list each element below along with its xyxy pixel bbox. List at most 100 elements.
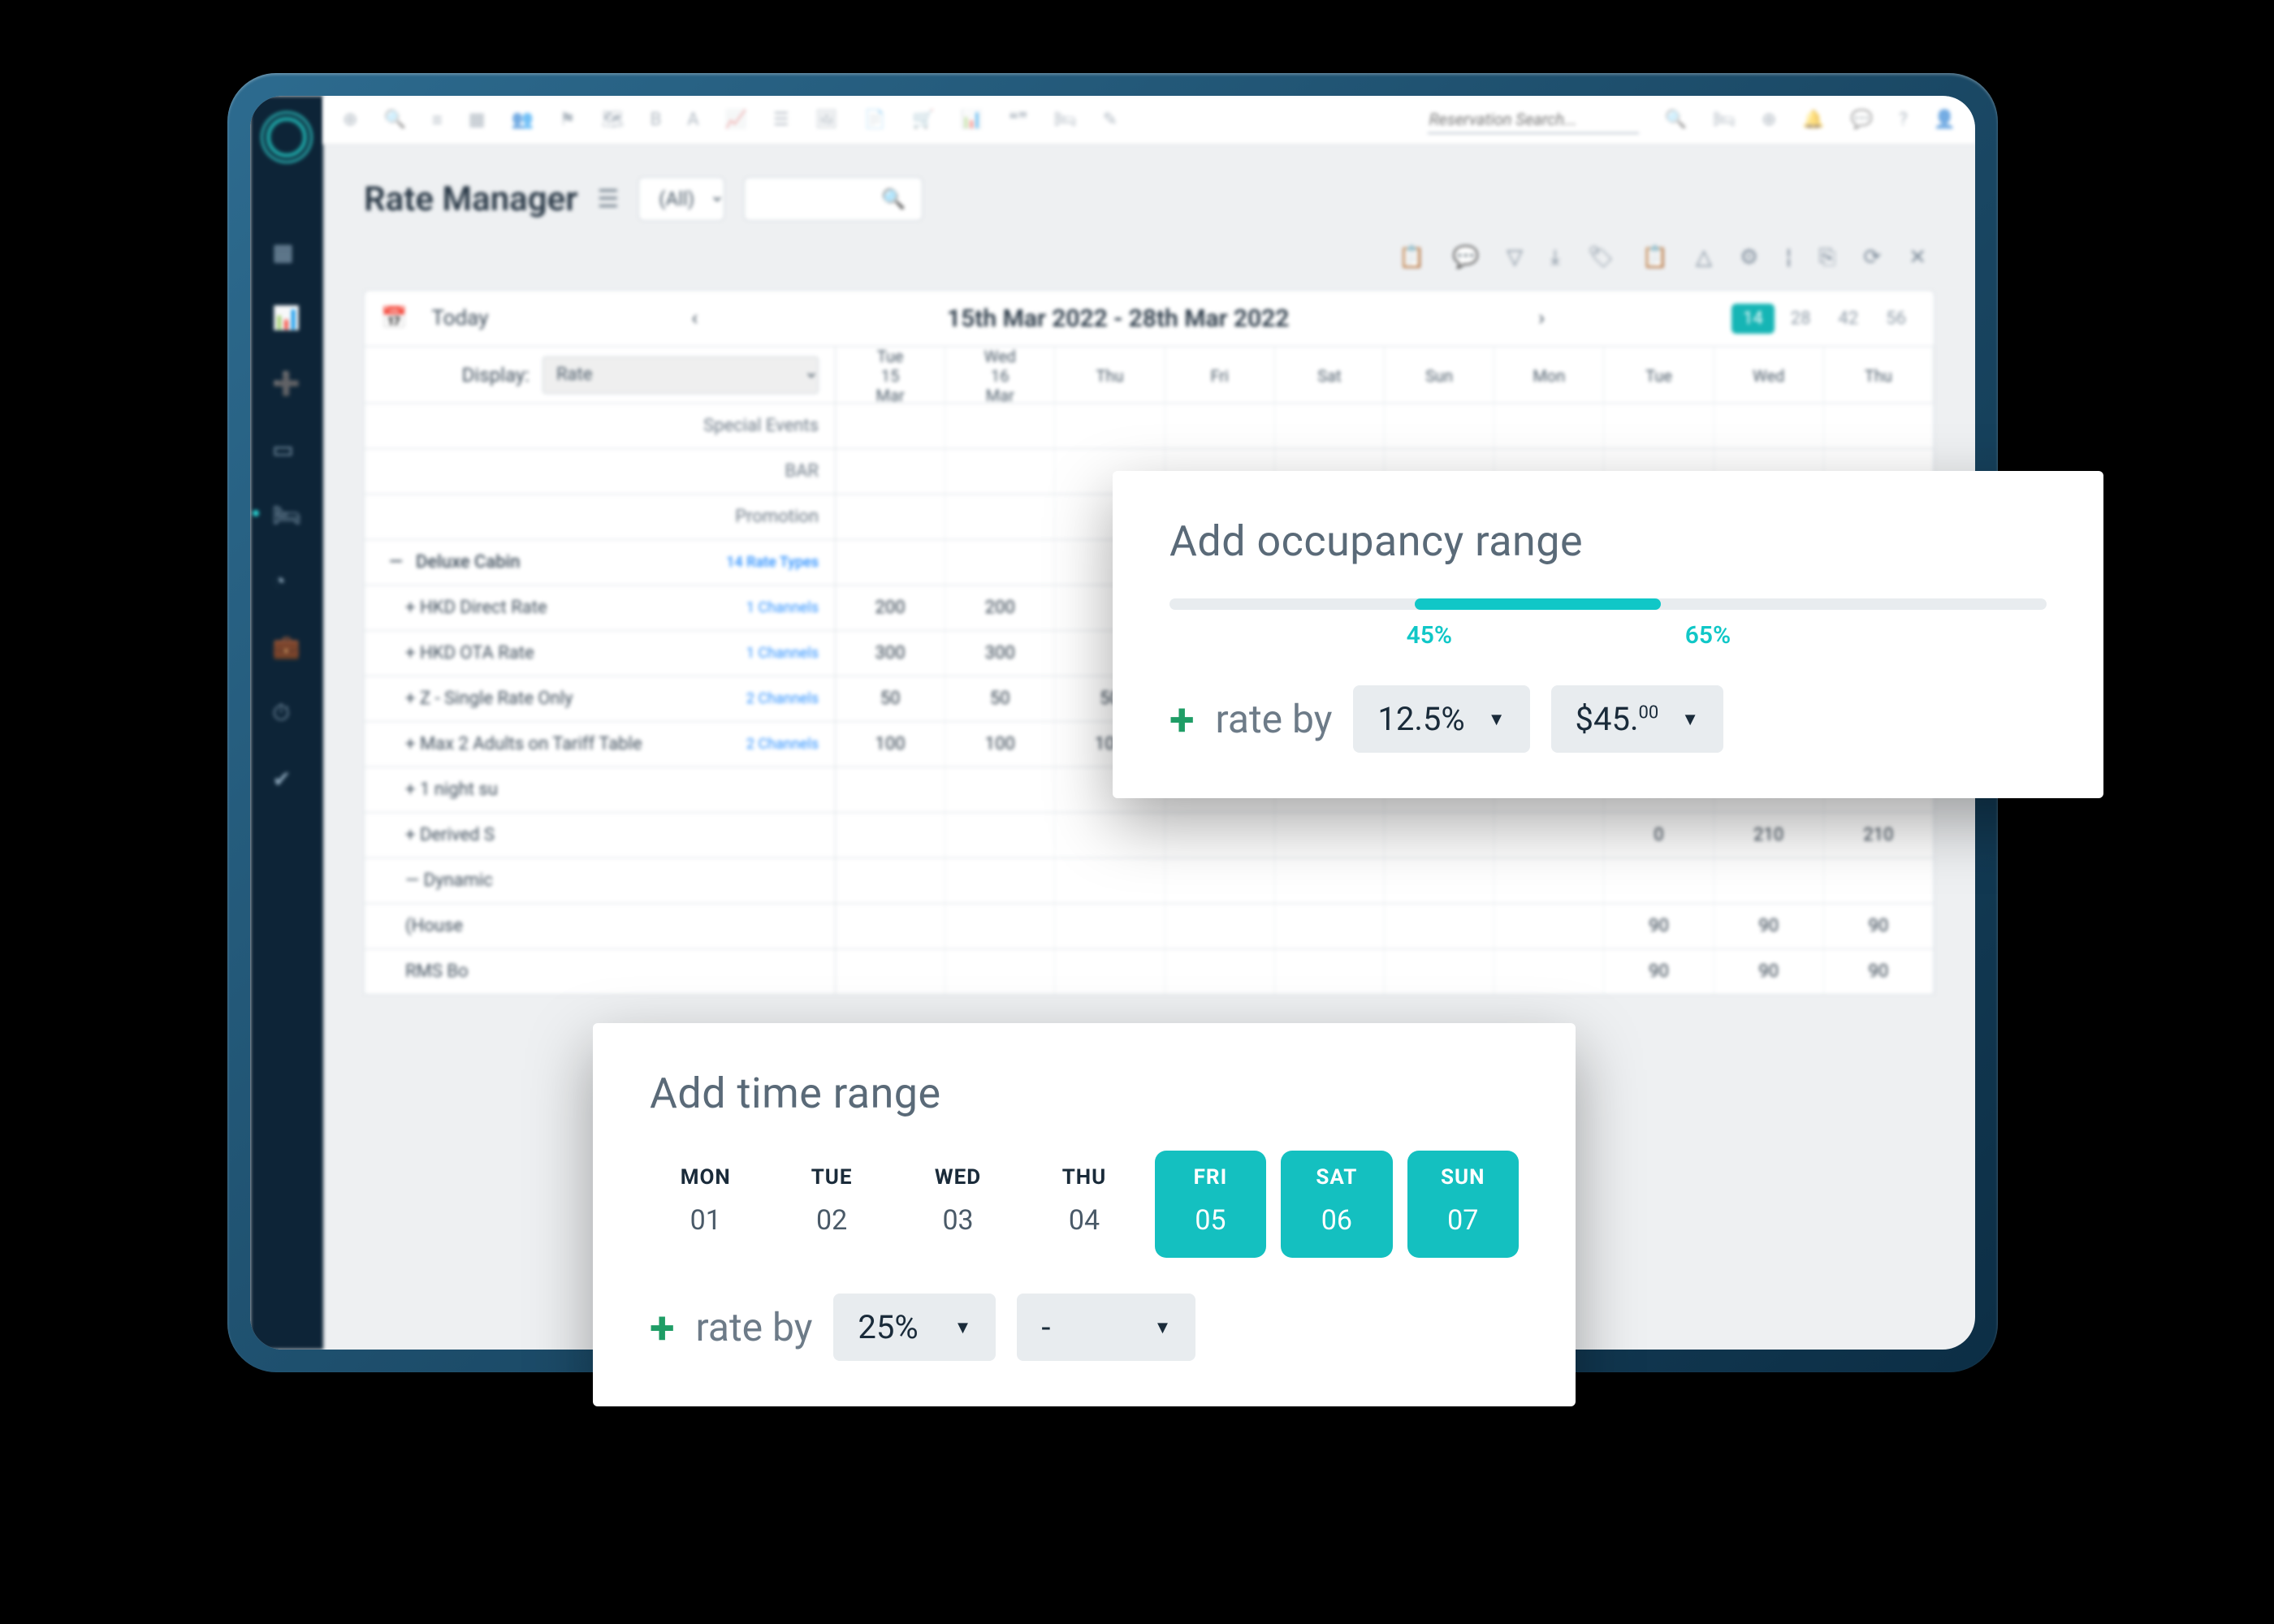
add-icon[interactable]: ➕ bbox=[272, 370, 301, 397]
calendar-icon[interactable]: 📅 bbox=[381, 306, 407, 330]
chevron-down-icon: ▼ bbox=[1154, 1317, 1172, 1338]
export-icon[interactable]: ⎘ bbox=[1819, 245, 1836, 270]
download-icon[interactable]: ⤓ bbox=[1550, 245, 1560, 270]
gear-icon[interactable]: ⚙ bbox=[1740, 245, 1758, 270]
next-icon[interactable]: › bbox=[1538, 306, 1545, 330]
header-row: Special Events bbox=[364, 404, 1935, 449]
image-icon[interactable]: 🖼 bbox=[815, 110, 838, 130]
rate-amount-dropdown[interactable]: $45.00▼ bbox=[1551, 685, 1724, 753]
time-percent-dropdown[interactable]: 25%▼ bbox=[833, 1294, 996, 1361]
plus-icon: + bbox=[650, 1301, 675, 1354]
funnel-icon[interactable]: ▽ bbox=[1507, 245, 1523, 270]
bed2-icon[interactable]: 🛏 bbox=[1054, 110, 1077, 130]
chevron-down-icon: ▼ bbox=[1488, 709, 1506, 730]
tool-icon[interactable]: ✎ bbox=[1103, 110, 1118, 130]
day-header: Sun bbox=[1385, 347, 1494, 405]
stack-icon[interactable]: ☰ bbox=[597, 185, 619, 214]
clipboard-icon[interactable]: 📋 bbox=[1399, 245, 1424, 270]
time-pct-value: 25% bbox=[858, 1308, 918, 1346]
table-icon[interactable]: ▦ bbox=[469, 110, 486, 130]
list-icon[interactable]: ≡ bbox=[432, 110, 443, 131]
day-header: Fri bbox=[1165, 347, 1275, 405]
group-meta: 14 Rate Types bbox=[726, 554, 819, 571]
today-button[interactable]: Today bbox=[431, 306, 488, 330]
time-amount-value: - bbox=[1041, 1308, 1050, 1346]
date-navigator: 📅 Today ‹ 15th Mar 2022 - 28th Mar 2022 … bbox=[364, 290, 1935, 347]
bullets-icon[interactable]: ☰ bbox=[773, 110, 789, 130]
rate-percent-dropdown[interactable]: 12.5% ▼ bbox=[1353, 685, 1529, 753]
rate-row[interactable]: — Dynamic bbox=[364, 858, 1935, 904]
reservation-search-input[interactable] bbox=[1428, 106, 1639, 134]
day-header: Wed bbox=[1714, 347, 1824, 405]
day-header: Thu bbox=[1824, 347, 1934, 405]
bars-icon[interactable]: 📊 bbox=[961, 110, 983, 130]
help-icon[interactable]: ? bbox=[1899, 110, 1907, 130]
trend-icon[interactable]: 📈 bbox=[725, 110, 747, 130]
font-icon[interactable]: A bbox=[687, 110, 698, 130]
range-chip[interactable]: 28 bbox=[1779, 304, 1822, 334]
range-chip[interactable]: 56 bbox=[1874, 304, 1917, 334]
prev-icon[interactable]: ‹ bbox=[691, 306, 698, 330]
people-icon[interactable]: 👥 bbox=[511, 110, 533, 130]
refresh-icon[interactable]: ⟳ bbox=[1863, 245, 1881, 270]
check-icon[interactable]: ✔ bbox=[272, 766, 301, 793]
day-toggle[interactable]: SUN07 bbox=[1407, 1151, 1519, 1258]
day-toggle[interactable]: MON01 bbox=[650, 1151, 761, 1258]
page-title: Rate Manager bbox=[364, 179, 577, 219]
day-toggle[interactable]: FRI05 bbox=[1155, 1151, 1266, 1258]
occupancy-slider[interactable] bbox=[1169, 598, 2047, 610]
chat-icon[interactable]: 💬 bbox=[1851, 110, 1873, 130]
range-chip[interactable]: 42 bbox=[1827, 304, 1870, 334]
briefcase-icon[interactable]: 💼 bbox=[272, 633, 301, 660]
filter-select[interactable]: (All) bbox=[638, 177, 724, 221]
rate-by-label: rate by bbox=[696, 1304, 813, 1350]
comment-icon[interactable]: 💬 bbox=[1453, 245, 1479, 270]
occupancy-range-card: Add occupancy range 45% 65% + rate by 12… bbox=[1113, 471, 2103, 798]
display-select[interactable]: Rate bbox=[543, 356, 819, 394]
bed3-icon[interactable]: 🛏 bbox=[1713, 110, 1736, 130]
app-logo-icon[interactable] bbox=[266, 117, 307, 158]
display-label: Display: bbox=[462, 364, 530, 387]
rate-row[interactable]: + Derived S0210210 bbox=[364, 813, 1935, 858]
close-icon[interactable]: ✕ bbox=[1909, 245, 1926, 270]
quote-icon[interactable]: ❝❞ bbox=[1009, 110, 1028, 130]
day-header: Mon bbox=[1494, 347, 1604, 405]
bed-icon[interactable]: 🛏 bbox=[272, 502, 301, 529]
range-chip[interactable]: 14 bbox=[1731, 304, 1775, 334]
time-amount-dropdown[interactable]: -▼ bbox=[1017, 1294, 1195, 1361]
bold-icon[interactable]: B bbox=[651, 110, 662, 130]
day-toggle[interactable]: WED03 bbox=[902, 1151, 1014, 1258]
day-toggle[interactable]: THU04 bbox=[1028, 1151, 1139, 1258]
rate-row[interactable]: (House909090 bbox=[364, 904, 1935, 949]
occupancy-title: Add occupancy range bbox=[1169, 516, 2047, 566]
doc-icon[interactable]: 📄 bbox=[864, 110, 886, 130]
search-box[interactable]: 🔍 bbox=[744, 177, 923, 221]
cart-icon[interactable]: 🛒 bbox=[912, 110, 934, 130]
rate-row[interactable]: RMS Bo909090 bbox=[364, 949, 1935, 995]
globe-icon[interactable]: ⊕ bbox=[1762, 110, 1776, 130]
grid-icon[interactable]: ▦ bbox=[272, 239, 301, 266]
user-icon[interactable]: 👤 bbox=[1934, 110, 1956, 130]
clipboard2-icon[interactable]: 📋 bbox=[1642, 245, 1668, 270]
day-toggle[interactable]: SAT06 bbox=[1281, 1151, 1392, 1258]
plus-icon: + bbox=[1169, 693, 1195, 746]
day-toggle[interactable]: TUE02 bbox=[776, 1151, 887, 1258]
plus-circle-icon[interactable]: ⊕ bbox=[343, 110, 357, 130]
map-icon[interactable]: 🗺 bbox=[602, 110, 625, 130]
card-icon[interactable]: ▭ bbox=[272, 436, 301, 463]
info-icon[interactable]: ¦ bbox=[1786, 245, 1791, 270]
rate-by-label: rate by bbox=[1216, 696, 1333, 742]
rate-pct-value: 12.5% bbox=[1377, 700, 1464, 738]
chart-icon[interactable]: 📊 bbox=[272, 304, 301, 331]
flag-icon[interactable]: ⚑ bbox=[560, 110, 576, 130]
day-header: Wed16Mar bbox=[945, 347, 1055, 405]
pie-icon[interactable]: ◔ bbox=[272, 568, 301, 594]
search-icon[interactable]: 🔍 bbox=[383, 110, 405, 130]
day-header: Sat bbox=[1275, 347, 1385, 405]
rate-amount-value: $45.00 bbox=[1576, 700, 1659, 738]
search2-icon[interactable]: 🔍 bbox=[1665, 110, 1687, 130]
bell-icon[interactable]: 🔔 bbox=[1802, 110, 1824, 130]
gauge-icon[interactable]: ⏱ bbox=[272, 699, 301, 727]
alert-icon[interactable]: △ bbox=[1696, 245, 1712, 270]
tag-icon[interactable]: 🏷 bbox=[1588, 245, 1615, 270]
